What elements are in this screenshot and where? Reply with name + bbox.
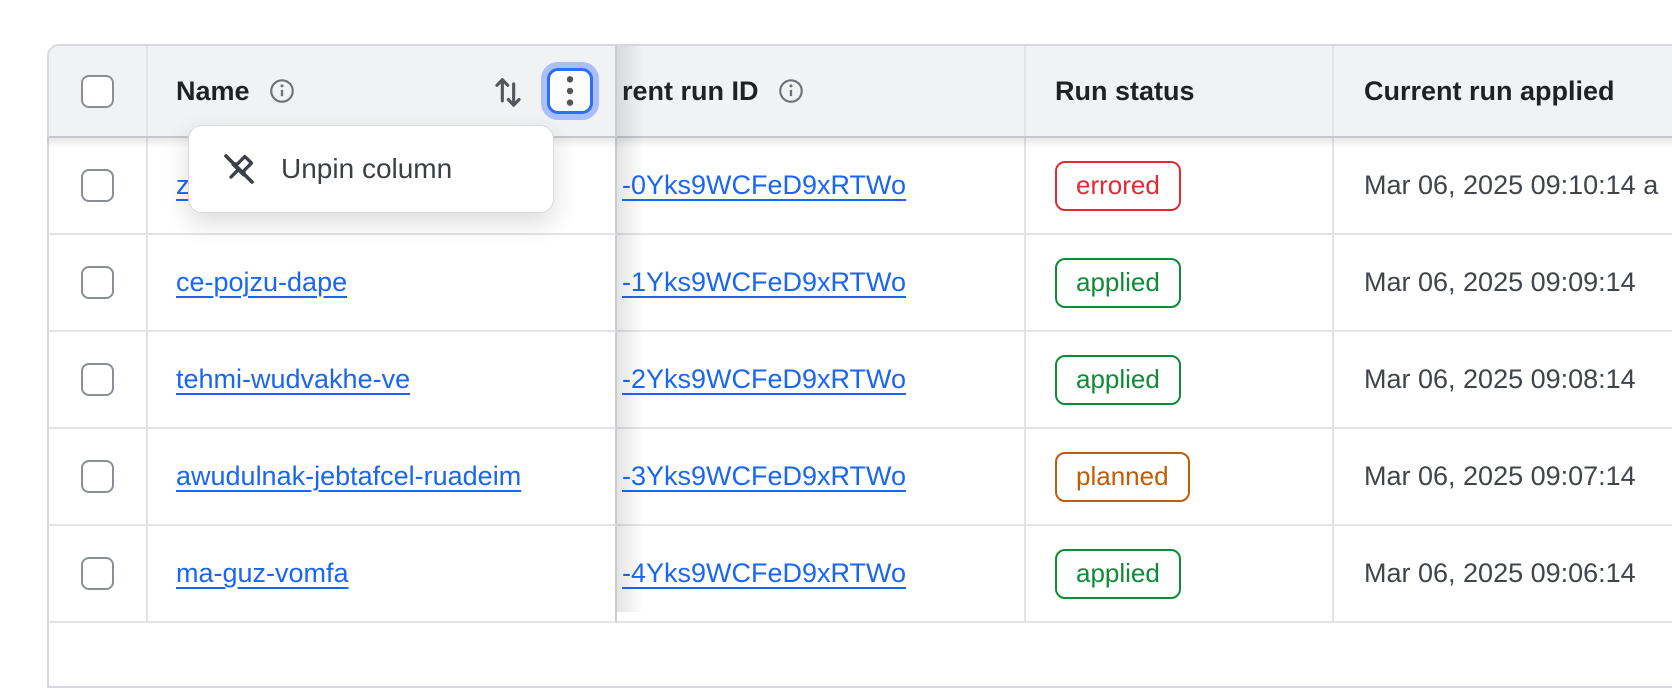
- table-row: tehmi-wudvakhe-ve -2Yks9WCFeD9xRTWo appl…: [49, 332, 1672, 429]
- status-cell: planned: [1026, 429, 1334, 526]
- name-cell: ma-guz-vomfa: [148, 526, 617, 623]
- select-all-checkbox[interactable]: [81, 75, 114, 108]
- status-badge: errored: [1055, 161, 1181, 211]
- run-id-cell: -2Yks9WCFeD9xRTWo: [617, 332, 1026, 429]
- workspace-name-link[interactable]: ma-guz-vomfa: [176, 558, 349, 589]
- run-id-link[interactable]: -2Yks9WCFeD9xRTWo: [622, 364, 906, 395]
- run-id-cell: -4Yks9WCFeD9xRTWo: [617, 526, 1026, 623]
- run-id-column-header: rent run ID: [617, 46, 1026, 136]
- table-row: ce-pojzu-dape -1Yks9WCFeD9xRTWo applied …: [49, 235, 1672, 332]
- name-column-label: Name: [176, 76, 250, 107]
- column-menu-button[interactable]: [547, 68, 593, 114]
- run-status-column-label: Run status: [1055, 76, 1195, 107]
- run-applied-column-label: Current run applied: [1364, 76, 1615, 107]
- status-badge: applied: [1055, 355, 1181, 405]
- run-id-column-label: rent run ID: [622, 76, 759, 107]
- name-cell: awudulnak-jebtafcel-ruadeim: [148, 429, 617, 526]
- applied-cell: Mar 06, 2025 09:10:14 a: [1334, 138, 1672, 235]
- applied-cell: Mar 06, 2025 09:07:14: [1334, 429, 1672, 526]
- select-cell: [49, 332, 148, 429]
- sort-column-button[interactable]: [491, 69, 525, 113]
- run-id-link[interactable]: -1Yks9WCFeD9xRTWo: [622, 267, 906, 298]
- status-cell: errored: [1026, 138, 1334, 235]
- select-all-cell: [49, 46, 148, 136]
- workspace-name-link[interactable]: tehmi-wudvakhe-ve: [176, 364, 410, 395]
- run-applied-timestamp: Mar 06, 2025 09:07:14: [1364, 461, 1636, 492]
- unpin-column-label: Unpin column: [281, 153, 452, 185]
- name-info-icon[interactable]: [268, 77, 296, 105]
- workspace-name-link[interactable]: ce-pojzu-dape: [176, 267, 347, 298]
- run-applied-timestamp: Mar 06, 2025 09:09:14: [1364, 267, 1636, 298]
- name-cell: tehmi-wudvakhe-ve: [148, 332, 617, 429]
- applied-cell: Mar 06, 2025 09:08:14: [1334, 332, 1672, 429]
- run-applied-timestamp: Mar 06, 2025 09:10:14 a: [1364, 170, 1658, 201]
- row-checkbox[interactable]: [81, 363, 114, 396]
- unpin-icon: [219, 149, 259, 189]
- select-cell: [49, 235, 148, 332]
- applied-cell: Mar 06, 2025 09:09:14: [1334, 235, 1672, 332]
- select-cell: [49, 138, 148, 235]
- name-column-header: Name: [148, 46, 617, 136]
- workspace-name-link[interactable]: awudulnak-jebtafcel-ruadeim: [176, 461, 521, 492]
- status-badge: applied: [1055, 258, 1181, 308]
- table-row: ma-guz-vomfa -4Yks9WCFeD9xRTWo applied M…: [49, 526, 1672, 623]
- select-cell: [49, 526, 148, 623]
- run-id-link[interactable]: -3Yks9WCFeD9xRTWo: [622, 461, 906, 492]
- run-status-column-header: Run status: [1026, 46, 1334, 136]
- applied-cell: Mar 06, 2025 09:06:14: [1334, 526, 1672, 623]
- row-checkbox[interactable]: [81, 460, 114, 493]
- status-cell: applied: [1026, 526, 1334, 623]
- menu-item-unpin-column[interactable]: Unpin column: [219, 149, 452, 189]
- sort-arrows-icon: [491, 69, 525, 113]
- run-applied-timestamp: Mar 06, 2025 09:08:14: [1364, 364, 1636, 395]
- table-row: awudulnak-jebtafcel-ruadeim -3Yks9WCFeD9…: [49, 429, 1672, 526]
- column-menu-dropdown: Unpin column: [188, 125, 554, 213]
- row-checkbox[interactable]: [81, 266, 114, 299]
- run-applied-column-header: Current run applied: [1334, 46, 1672, 136]
- run-id-info-icon[interactable]: [777, 77, 805, 105]
- name-cell: ce-pojzu-dape: [148, 235, 617, 332]
- select-cell: [49, 429, 148, 526]
- row-checkbox[interactable]: [81, 557, 114, 590]
- status-badge: planned: [1055, 452, 1190, 502]
- status-cell: applied: [1026, 235, 1334, 332]
- run-id-cell: -1Yks9WCFeD9xRTWo: [617, 235, 1026, 332]
- row-checkbox[interactable]: [81, 169, 114, 202]
- run-id-link[interactable]: -0Yks9WCFeD9xRTWo: [622, 170, 906, 201]
- run-id-cell: -3Yks9WCFeD9xRTWo: [617, 429, 1026, 526]
- status-badge: applied: [1055, 549, 1181, 599]
- kebab-icon: [565, 75, 575, 107]
- run-id-cell: -0Yks9WCFeD9xRTWo: [617, 138, 1026, 235]
- status-cell: applied: [1026, 332, 1334, 429]
- run-id-link[interactable]: -4Yks9WCFeD9xRTWo: [622, 558, 906, 589]
- run-applied-timestamp: Mar 06, 2025 09:06:14: [1364, 558, 1636, 589]
- workspaces-table-region: Name: [0, 0, 1672, 612]
